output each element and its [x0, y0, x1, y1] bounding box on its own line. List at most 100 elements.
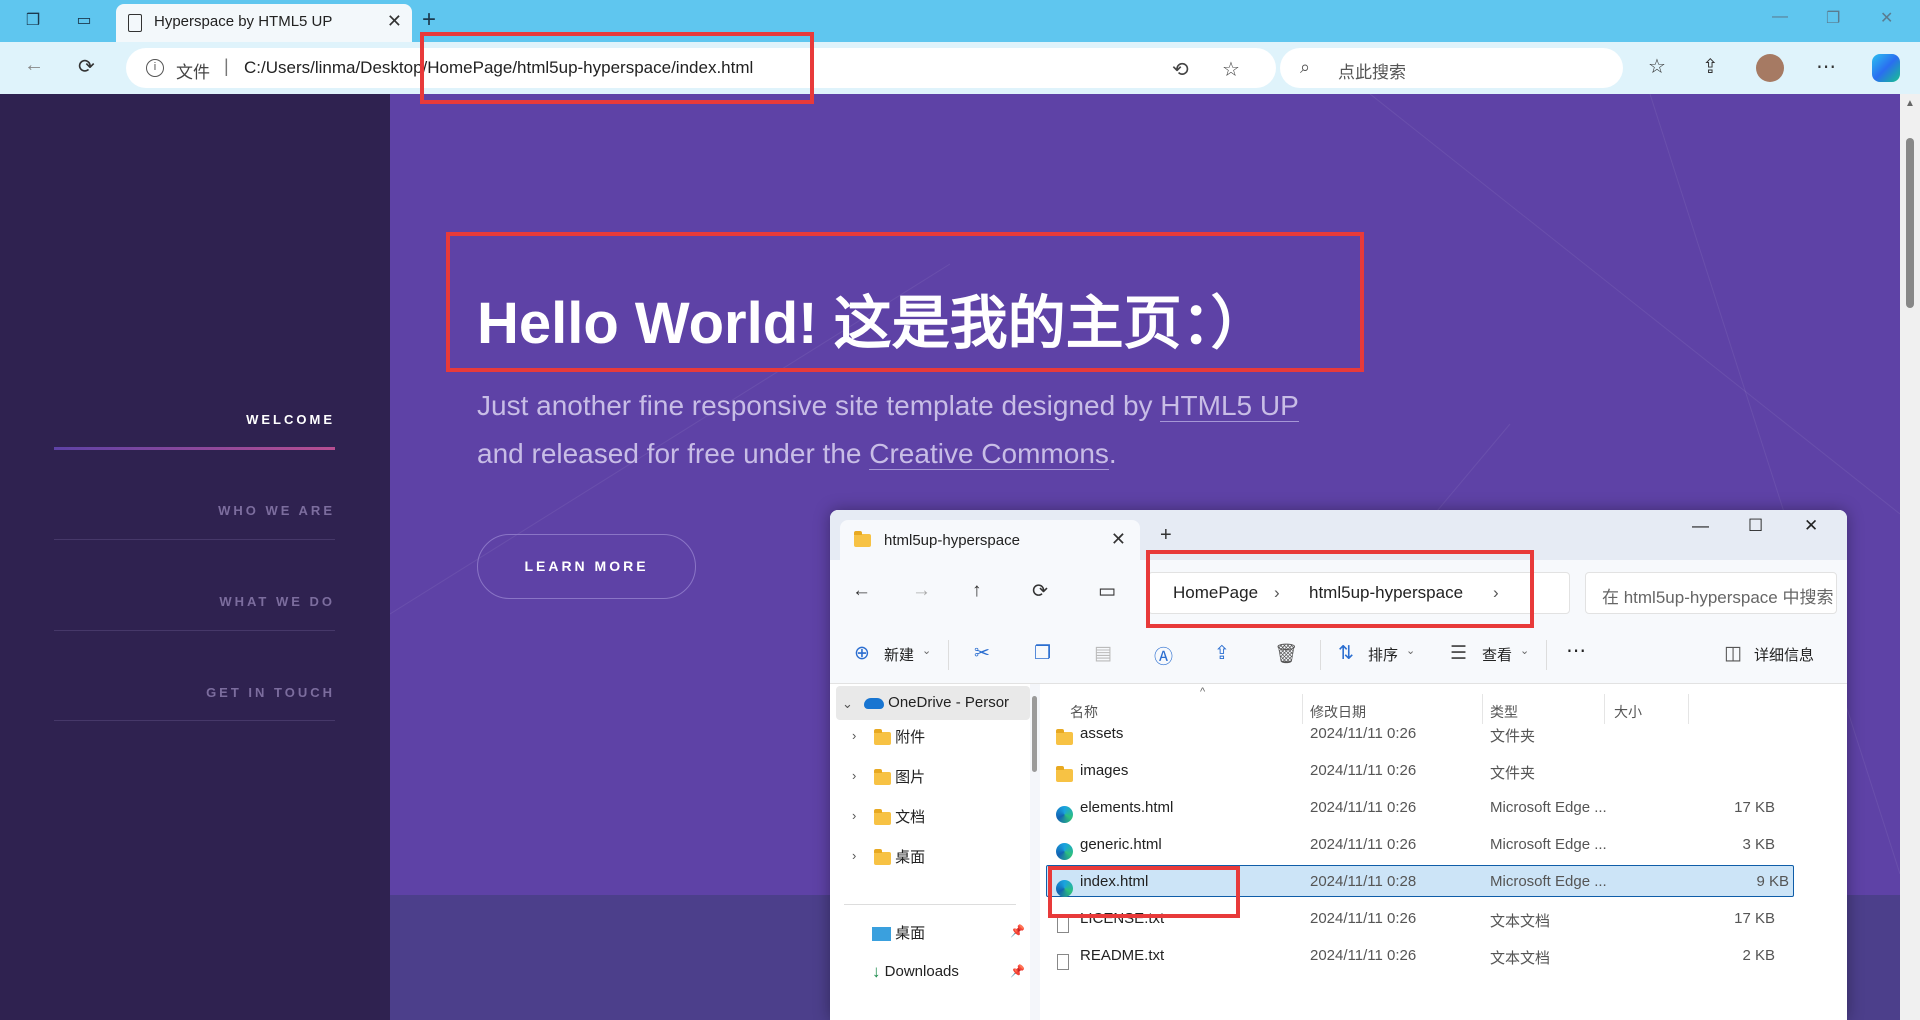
close-tab-icon[interactable]: ✕ [1111, 529, 1126, 550]
file-size: 2 KB [1742, 947, 1775, 964]
sort-button[interactable]: 排序 [1368, 644, 1398, 665]
paste-icon[interactable]: ▤ [1094, 642, 1112, 665]
nav-what-we-do[interactable]: WHAT WE DO [219, 594, 335, 609]
restore-icon[interactable]: ❐ [1826, 8, 1840, 28]
close-window-icon[interactable]: ✕ [1880, 8, 1893, 28]
share-icon[interactable]: ⇪ [1214, 642, 1230, 665]
new-tab-icon[interactable]: + [1160, 524, 1172, 547]
site-sidebar: WELCOME WHO WE ARE WHAT WE DO GET IN TOU… [0, 94, 390, 1020]
file-date: 2024/11/11 0:26 [1310, 725, 1417, 742]
maximize-icon[interactable]: ☐ [1748, 516, 1763, 536]
back-icon[interactable]: ← [24, 54, 44, 77]
view-icon[interactable]: ☰ [1450, 642, 1467, 665]
quick-access-desktop[interactable]: 桌面 [872, 922, 925, 943]
highlight-box-breadcrumb [1146, 550, 1534, 628]
chevron-down-icon[interactable]: ⌄ [922, 644, 931, 657]
learn-more-button[interactable]: LEARN MORE [477, 534, 696, 599]
explorer-search-box[interactable]: 在 html5up-hyperspace 中搜索 [1585, 572, 1837, 614]
onedrive-icon [864, 697, 884, 709]
file-row-generic[interactable]: generic.html 2024/11/11 0:26 Microsoft E… [1040, 829, 1847, 861]
copilot-icon[interactable] [1872, 54, 1900, 82]
more-options-icon[interactable]: ⋯ [1566, 638, 1586, 663]
chevron-right-icon[interactable]: › [852, 728, 856, 743]
copy-icon[interactable]: ❐ [1034, 642, 1051, 665]
file-name: assets [1080, 725, 1124, 742]
page-icon [128, 14, 142, 32]
explorer-command-bar: ⊕ 新建 ⌄ ✂ ❐ ▤ Ⓐ ⇪ 🗑 ⇅ 排序 ⌄ ☰ 查看 ⌄ ⋯ ◫ 详细信… [830, 626, 1847, 684]
explorer-tab[interactable]: html5up-hyperspace ✕ [840, 520, 1140, 560]
more-icon[interactable]: ⋯ [1816, 54, 1836, 79]
file-size: 17 KB [1734, 799, 1775, 816]
file-date: 2024/11/11 0:26 [1310, 947, 1417, 964]
delete-icon[interactable]: 🗑 [1274, 642, 1298, 666]
file-row-readme[interactable]: README.txt 2024/11/11 0:26 文本文档 2 KB [1040, 940, 1847, 972]
nav-who-we-are[interactable]: WHO WE ARE [218, 503, 335, 518]
tab-title: Hyperspace by HTML5 UP [154, 13, 333, 30]
explorer-tab-title: html5up-hyperspace [884, 532, 1020, 549]
html5up-link[interactable]: HTML5 UP [1160, 390, 1299, 422]
details-pane-icon[interactable]: ◫ [1724, 642, 1742, 665]
nav-get-in-touch[interactable]: GET IN TOUCH [206, 685, 335, 700]
file-name: generic.html [1080, 836, 1162, 853]
nav-welcome[interactable]: WELCOME [246, 412, 335, 427]
view-button[interactable]: 查看 [1482, 644, 1512, 665]
favorites-icon[interactable]: ☆ [1648, 54, 1666, 79]
chevron-right-icon[interactable]: › [852, 808, 856, 823]
share-icon[interactable]: ⇪ [1702, 54, 1719, 79]
back-icon[interactable]: ← [852, 580, 871, 602]
toolbar-divider [1546, 640, 1547, 670]
file-name: README.txt [1080, 947, 1165, 964]
minimize-icon[interactable]: — [1692, 516, 1709, 536]
up-icon[interactable]: ↑ [972, 580, 982, 602]
folder-icon [874, 728, 891, 745]
file-row-images[interactable]: images 2024/11/11 0:26 文件夹 [1040, 755, 1847, 787]
nav-folder-desktop[interactable]: 桌面 [874, 846, 925, 867]
nav-folder-documents[interactable]: 文档 [874, 806, 925, 827]
nav-onedrive[interactable]: OneDrive - Persor [864, 694, 1009, 711]
file-row-elements[interactable]: elements.html 2024/11/11 0:26 Microsoft … [1040, 792, 1847, 824]
scrollbar-thumb[interactable] [1906, 138, 1914, 308]
close-tab-icon[interactable]: ✕ [387, 11, 402, 32]
chevron-right-icon[interactable]: › [852, 768, 856, 783]
chevron-down-icon[interactable]: ⌄ [1520, 644, 1529, 657]
rename-icon[interactable]: Ⓐ [1154, 642, 1173, 669]
cut-icon[interactable]: ✂ [974, 642, 990, 665]
forward-icon[interactable]: → [912, 580, 931, 602]
quick-access-downloads[interactable]: ↓ Downloads [872, 962, 959, 982]
hero-line-2: and released for free under the Creative… [477, 438, 1377, 470]
monitor-icon[interactable]: ▭ [1098, 580, 1116, 603]
workspaces-icon[interactable]: ❒ [22, 10, 44, 32]
scroll-up-icon[interactable]: ▲ [1905, 98, 1915, 109]
nav-folder-attachments[interactable]: 附件 [874, 726, 925, 747]
file-date: 2024/11/11 0:28 [1310, 873, 1417, 890]
pin-icon[interactable]: 📌 [1010, 924, 1025, 938]
minimize-icon[interactable]: — [1772, 8, 1788, 26]
file-date: 2024/11/11 0:26 [1310, 910, 1417, 927]
file-row-assets[interactable]: assets 2024/11/11 0:26 文件夹 [1040, 718, 1847, 750]
refresh-icon[interactable]: ⟳ [78, 54, 95, 79]
info-icon[interactable]: i [146, 59, 164, 77]
sort-icon[interactable]: ⇅ [1338, 642, 1354, 665]
chevron-down-icon[interactable]: ⌄ [1406, 644, 1415, 657]
close-window-icon[interactable]: ✕ [1804, 516, 1818, 536]
profile-avatar[interactable] [1756, 54, 1784, 82]
reader-icon[interactable]: ⟲ [1172, 57, 1189, 82]
web-search-box[interactable]: ⌕ 点此搜索 [1280, 48, 1623, 88]
new-tab-icon[interactable]: + [422, 6, 436, 34]
details-button[interactable]: 详细信息 [1754, 644, 1814, 665]
creative-commons-link[interactable]: Creative Commons [869, 438, 1109, 470]
nav-folder-pictures[interactable]: 图片 [874, 766, 925, 787]
page-scrollbar[interactable]: ▲ [1900, 94, 1920, 1020]
chevron-down-icon[interactable]: ⌄ [842, 696, 853, 712]
browser-tab-active[interactable]: Hyperspace by HTML5 UP ✕ [116, 4, 412, 42]
nav-pane-scrollbar[interactable] [1032, 696, 1037, 772]
new-button[interactable]: 新建 [884, 644, 914, 665]
tab-actions-icon[interactable]: ▭ [73, 10, 95, 32]
explorer-nav-pane: ⌄ OneDrive - Persor › 附件 › 图片 › 文档 › 桌面 … [830, 684, 1030, 1020]
file-type: 文本文档 [1490, 913, 1551, 930]
refresh-icon[interactable]: ⟳ [1032, 580, 1048, 603]
new-icon[interactable]: ⊕ [854, 642, 870, 665]
pin-icon[interactable]: 📌 [1010, 964, 1025, 978]
favorite-star-icon[interactable]: ☆ [1222, 57, 1240, 82]
chevron-right-icon[interactable]: › [852, 848, 856, 863]
